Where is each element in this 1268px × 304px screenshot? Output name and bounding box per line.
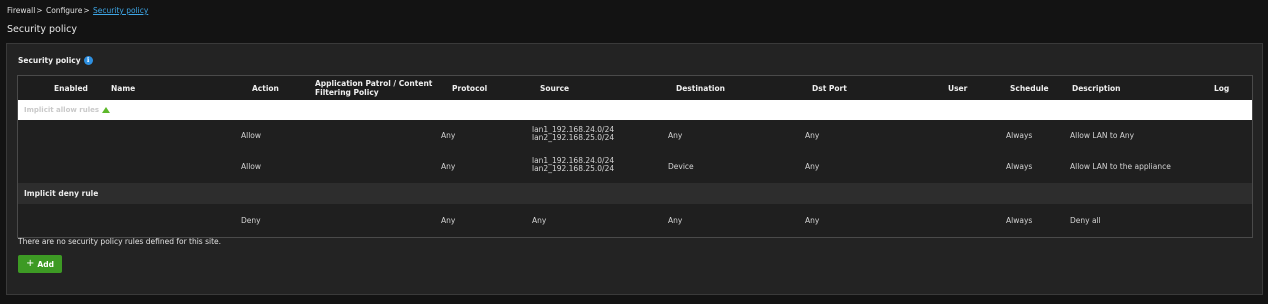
header-name[interactable]: Name xyxy=(111,76,135,100)
policy-table: Enabled Name Action Application Patrol /… xyxy=(17,75,1253,238)
source-line: lan2_192.168.25.0/24 xyxy=(532,133,615,142)
breadcrumb: Firewall> Configure> Security policy xyxy=(7,6,148,15)
cell-schedule: Always xyxy=(1006,162,1033,171)
breadcrumb-item-configure[interactable]: Configure xyxy=(46,6,82,15)
cell-destination: Any xyxy=(668,131,683,140)
group-implicit-allow[interactable]: Implicit allow rules xyxy=(18,100,1252,121)
plus-icon: + xyxy=(26,258,35,269)
security-policy-panel: Security policy i Enabled Name Action Ap… xyxy=(6,43,1263,295)
header-log[interactable]: Log xyxy=(1214,76,1229,100)
cell-source: Any xyxy=(532,216,547,225)
cell-protocol: Any xyxy=(441,216,456,225)
table-row: Allow Any lan1_192.168.24.0/24 lan2_192.… xyxy=(18,151,1252,184)
header-action[interactable]: Action xyxy=(252,76,279,100)
cell-dst-port: Any xyxy=(805,162,820,171)
cell-destination: Device xyxy=(668,162,694,171)
header-schedule[interactable]: Schedule xyxy=(1010,76,1049,100)
section-title: Security policy i xyxy=(18,56,93,65)
table-row: Deny Any Any Any Any Always Deny all xyxy=(18,204,1252,237)
group-label: Implicit allow rules xyxy=(24,106,111,114)
cell-schedule: Always xyxy=(1006,216,1033,225)
header-app-patrol[interactable]: Application Patrol / Content Filtering P… xyxy=(315,76,445,100)
header-source[interactable]: Source xyxy=(540,76,569,100)
cell-source: lan1_192.168.24.0/24 lan2_192.168.25.0/2… xyxy=(532,157,614,173)
breadcrumb-item-firewall[interactable]: Firewall xyxy=(7,6,35,15)
add-button-label: Add xyxy=(37,259,54,269)
header-destination[interactable]: Destination xyxy=(676,76,725,100)
cell-schedule: Always xyxy=(1006,131,1033,140)
section-title-text: Security policy xyxy=(18,56,81,65)
cell-action: Deny xyxy=(241,216,261,225)
add-button[interactable]: + Add xyxy=(18,255,62,273)
cell-dst-port: Any xyxy=(805,216,820,225)
breadcrumb-current-link[interactable]: Security policy xyxy=(93,6,148,15)
cell-action: Allow xyxy=(241,162,262,171)
header-protocol[interactable]: Protocol xyxy=(452,76,487,100)
header-user[interactable]: User xyxy=(948,76,967,100)
cell-description: Allow LAN to the appliance xyxy=(1070,162,1171,171)
source-line: lan2_192.168.25.0/24 xyxy=(532,164,615,173)
cell-protocol: Any xyxy=(441,162,456,171)
header-enabled[interactable]: Enabled xyxy=(54,76,88,100)
breadcrumb-separator: > xyxy=(36,6,43,15)
group-implicit-deny[interactable]: Implicit deny rule xyxy=(18,183,1252,205)
header-description[interactable]: Description xyxy=(1072,76,1121,100)
cell-description: Deny all xyxy=(1070,216,1101,225)
cell-destination: Any xyxy=(668,216,683,225)
cell-description: Allow LAN to Any xyxy=(1070,131,1135,140)
cell-source: lan1_192.168.24.0/24 lan2_192.168.25.0/2… xyxy=(532,126,614,142)
breadcrumb-separator: > xyxy=(83,6,90,15)
collapse-triangle-icon[interactable] xyxy=(102,107,111,113)
header-dst-port[interactable]: Dst Port xyxy=(812,76,847,100)
table-header: Enabled Name Action Application Patrol /… xyxy=(18,76,1252,101)
group-label: Implicit deny rule xyxy=(24,189,99,198)
cell-dst-port: Any xyxy=(805,131,820,140)
info-icon[interactable]: i xyxy=(83,56,93,65)
page-title: Security policy xyxy=(7,24,77,35)
cell-action: Allow xyxy=(241,131,262,140)
empty-message: There are no security policy rules defin… xyxy=(18,237,222,246)
table-row: Allow Any lan1_192.168.24.0/24 lan2_192.… xyxy=(18,120,1252,152)
cell-protocol: Any xyxy=(441,131,456,140)
group-label-text: Implicit allow rules xyxy=(24,106,100,114)
